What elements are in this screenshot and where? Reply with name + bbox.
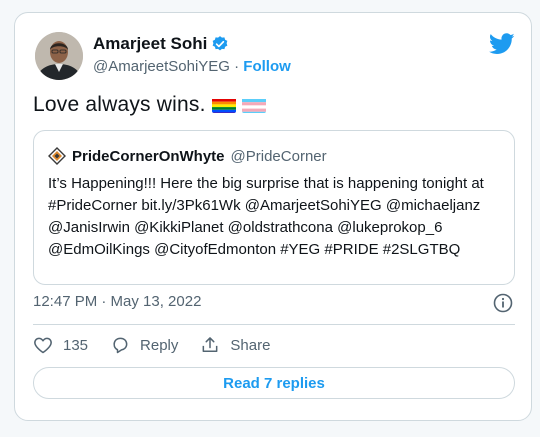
tweet-timestamp[interactable]: 12:47 PM · May 13, 2022 bbox=[33, 293, 201, 310]
tweet-card: Amarjeet Sohi @AmarjeetSohiYEG · Follow … bbox=[14, 12, 532, 421]
quoted-tweet-header: PrideCornerOnWhyte @PrideCorner bbox=[48, 147, 327, 165]
reply-label: Reply bbox=[140, 336, 179, 354]
tweet-text-row: Love always wins. bbox=[33, 93, 266, 117]
author-name[interactable]: Amarjeet Sohi bbox=[93, 34, 207, 54]
info-icon[interactable] bbox=[493, 293, 513, 313]
read-replies-button[interactable]: Read 7 replies bbox=[33, 367, 515, 399]
author-name-row: Amarjeet Sohi bbox=[93, 34, 229, 54]
like-count: 135 bbox=[63, 336, 89, 354]
tweet-text: Love always wins. bbox=[33, 93, 206, 116]
twitter-bird-icon[interactable] bbox=[489, 33, 515, 55]
tweet-actions: 135 Reply Share bbox=[33, 335, 292, 355]
reply-icon bbox=[113, 337, 128, 354]
quoted-author-name[interactable]: PrideCornerOnWhyte bbox=[72, 148, 225, 165]
divider bbox=[33, 324, 515, 325]
quoted-tweet[interactable]: PrideCornerOnWhyte @PrideCorner It’s Hap… bbox=[33, 130, 515, 285]
rainbow-flag-icon bbox=[211, 97, 236, 113]
quoted-tweet-text: It’s Happening!!! Here the big surprise … bbox=[48, 175, 484, 258]
heart-icon bbox=[34, 337, 52, 354]
share-button[interactable]: Share bbox=[200, 335, 270, 355]
follow-button[interactable]: Follow bbox=[243, 58, 291, 75]
verified-icon bbox=[212, 36, 228, 51]
reply-button[interactable]: Reply bbox=[110, 335, 178, 355]
avatar[interactable] bbox=[35, 32, 83, 80]
transgender-flag-icon bbox=[241, 97, 266, 113]
like-button[interactable]: 135 bbox=[33, 335, 88, 355]
separator-dot: · bbox=[234, 58, 244, 75]
author-handle[interactable]: @AmarjeetSohiYEG bbox=[93, 58, 230, 75]
share-icon bbox=[202, 337, 218, 352]
share-label: Share bbox=[230, 336, 271, 354]
author-handle-row: @AmarjeetSohiYEG · Follow bbox=[93, 58, 291, 75]
pride-corner-logo-icon bbox=[48, 147, 66, 165]
quoted-author-handle[interactable]: @PrideCorner bbox=[231, 148, 327, 165]
